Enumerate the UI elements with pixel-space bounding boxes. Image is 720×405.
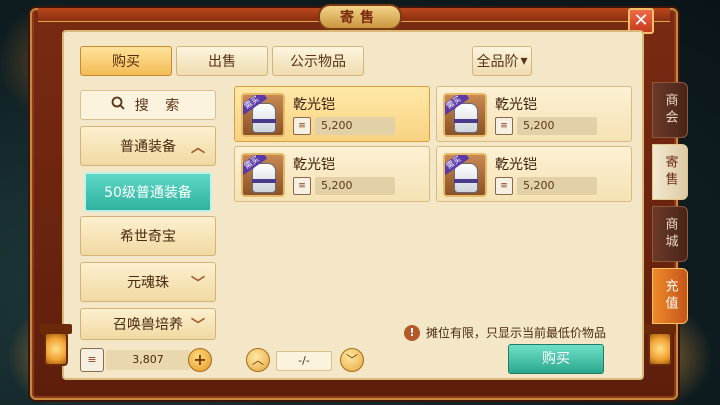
currency-amount: 3,807 [106,350,190,370]
page-next-button[interactable]: ﹀ [340,348,364,372]
side-tab-shanghui[interactable]: 商会 [652,82,688,138]
search-icon [111,96,125,114]
chevron-down-icon: ﹀ [191,318,205,334]
add-currency-button[interactable]: + [188,348,212,372]
category-normal-equipment[interactable]: 普通装备 ︿ [80,126,216,166]
search-label: 搜 索 [134,98,186,114]
category-rare-treasure[interactable]: 希世奇宝 [80,216,216,256]
window-title: 寄售 [318,4,402,30]
item-price: 5,200 [315,177,395,195]
notice-text: 摊位有限，只显示当前最低价物品 [426,326,607,340]
item-name: 乾光铠 [495,157,537,173]
item-card[interactable]: 需买 乾光铠 ≡ 5,200 [436,86,632,142]
item-name: 乾光铠 [495,97,537,113]
ticket-icon: ≡ [80,348,104,372]
chevron-down-icon: ▾ [520,53,528,69]
lantern-icon [648,332,672,366]
category-label: 元魂珠 [127,275,169,291]
page-prev-button[interactable]: ︿ [246,348,270,372]
tab-buy[interactable]: 购买 [80,46,172,76]
ticket-icon: ≡ [293,177,311,195]
subcategory-level50-equipment[interactable]: 50级普通装备 [84,172,212,212]
tab-sell[interactable]: 出售 [176,46,268,76]
chevron-down-icon: ﹀ [191,276,205,292]
item-card[interactable]: 需买 乾光铠 ≡ 5,200 [436,146,632,202]
page-indicator: -/- [276,351,332,371]
armor-icon: 需买 [443,153,487,197]
side-tab-shangcheng[interactable]: 商城 [652,206,688,262]
side-tab-recharge[interactable]: 充值 [652,268,688,324]
side-tab-jishou[interactable]: 寄售 [652,144,688,200]
category-soul-orb[interactable]: 元魂珠 ﹀ [80,262,216,302]
grade-select[interactable]: 全品阶 ▾ [472,46,532,76]
buy-button[interactable]: 购买 [508,344,604,374]
chevron-up-icon: ︿ [251,353,264,367]
category-label: 希世奇宝 [120,229,176,245]
category-label: 普通装备 [120,139,176,155]
tab-public-items[interactable]: 公示物品 [272,46,364,76]
ticket-icon: ≡ [293,117,311,135]
item-price: 5,200 [315,117,395,135]
ticket-icon: ≡ [495,177,513,195]
ticket-icon: ≡ [495,117,513,135]
search-button[interactable]: 搜 索 [80,90,216,120]
item-name: 乾光铠 [293,97,335,113]
armor-icon: 需买 [443,93,487,137]
chevron-down-icon: ﹀ [345,353,358,367]
armor-icon: 需买 [241,93,285,137]
lantern-icon [44,332,68,366]
plus-icon: + [193,350,207,369]
category-label: 召唤兽培养 [113,317,183,333]
info-icon: ! [404,324,420,341]
item-card[interactable]: 需买 乾光铠 ≡ 5,200 [234,146,430,202]
category-summon-training[interactable]: 召唤兽培养 ﹀ [80,308,216,340]
item-price: 5,200 [517,117,597,135]
item-card[interactable]: 需买 乾光铠 ≡ 5,200 [234,86,430,142]
close-icon: ✕ [633,10,649,31]
item-name: 乾光铠 [293,157,335,173]
grade-select-value: 全品阶 [476,54,519,70]
item-price: 5,200 [517,177,597,195]
notice: ! 摊位有限，只显示当前最低价物品 [404,324,606,341]
chevron-up-icon: ︿ [191,140,205,156]
armor-icon: 需买 [241,153,285,197]
